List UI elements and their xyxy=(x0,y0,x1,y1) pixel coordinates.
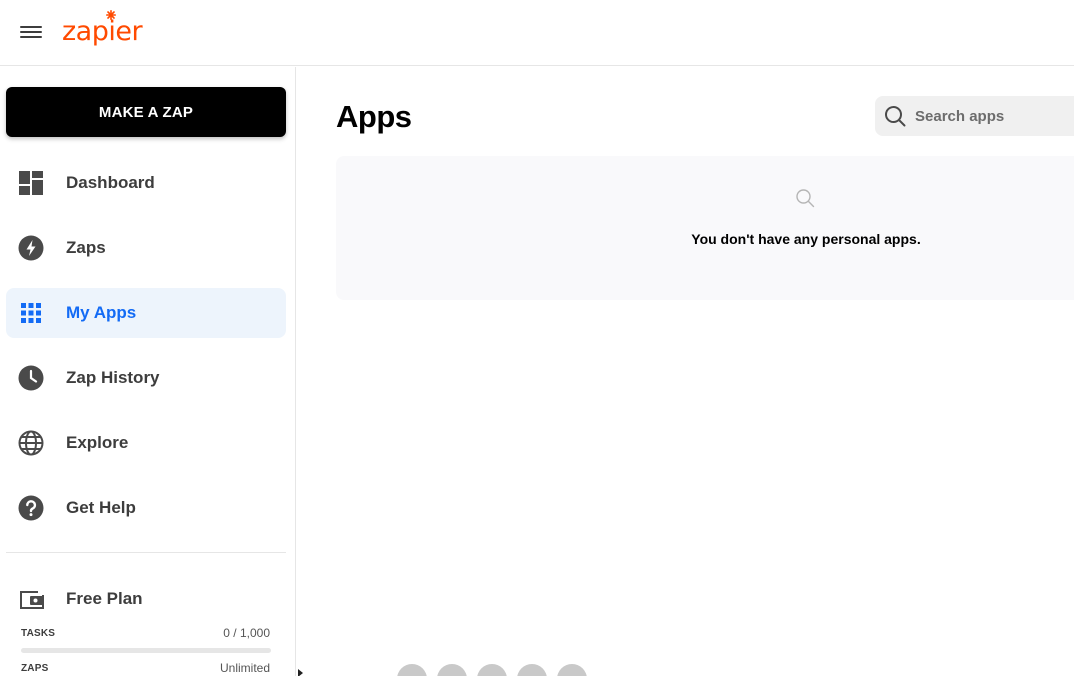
plan-summary[interactable]: Free Plan xyxy=(6,574,286,624)
tasks-value: 0 / 1,000 xyxy=(223,626,270,640)
search-box[interactable] xyxy=(875,96,1074,136)
sidebar-item-label: Zap History xyxy=(66,368,160,387)
empty-state-message: You don't have any personal apps. xyxy=(691,231,921,247)
bolt-icon xyxy=(18,235,44,261)
tasks-label: TASKS xyxy=(21,628,56,639)
rss-icon[interactable] xyxy=(557,664,587,676)
sidebar-item-label: Explore xyxy=(66,433,129,452)
top-bar: zapier xyxy=(0,0,1074,66)
apps-grid-icon xyxy=(18,300,44,326)
make-a-zap-button[interactable]: MAKE A ZAP xyxy=(6,87,286,137)
page-title: Apps xyxy=(336,99,412,134)
sidebar-item-label: Get Help xyxy=(66,498,136,517)
sidebar-item-label: Zaps xyxy=(66,238,106,257)
facebook-icon[interactable] xyxy=(397,664,427,676)
sidebar-item-label: My Apps xyxy=(66,303,137,322)
zaps-value: Unlimited xyxy=(219,661,270,675)
zaps-label: ZAPS xyxy=(21,663,49,674)
wallet-icon xyxy=(18,586,44,612)
empty-state-card: You don't have any personal apps. xyxy=(336,156,1074,300)
zapier-logo[interactable]: zapier xyxy=(62,10,143,52)
footer xyxy=(296,660,1074,676)
search-icon xyxy=(885,106,906,127)
sidebar-item-dashboard[interactable]: Dashboard xyxy=(6,158,286,208)
clock-icon xyxy=(18,365,44,391)
search-input[interactable] xyxy=(915,107,1065,125)
sidebar-item-my-apps[interactable]: My Apps xyxy=(6,288,286,338)
sidebar: MAKE A ZAP Dashboard Zaps My Apps Zap Hi… xyxy=(0,67,296,676)
youtube-icon[interactable] xyxy=(517,664,547,676)
logo-text: zapier xyxy=(62,16,143,47)
sidebar-item-zap-history[interactable]: Zap History xyxy=(6,353,286,403)
plan-label: Free Plan xyxy=(66,589,143,608)
twitter-icon[interactable] xyxy=(477,664,507,676)
globe-icon xyxy=(18,430,44,456)
help-icon xyxy=(18,495,44,521)
sidebar-item-zaps[interactable]: Zaps xyxy=(6,223,286,273)
sidebar-divider xyxy=(6,552,286,553)
logo-asterisk-icon xyxy=(106,10,116,20)
hamburger-menu-icon[interactable] xyxy=(20,23,42,41)
dashboard-icon xyxy=(18,170,44,196)
main-content: Apps You don't have any personal apps. xyxy=(296,67,1074,676)
linkedin-icon[interactable] xyxy=(437,664,467,676)
sidebar-item-get-help[interactable]: Get Help xyxy=(6,483,286,533)
tasks-progress-bar xyxy=(21,648,271,653)
sidebar-item-explore[interactable]: Explore xyxy=(6,418,286,468)
caret-right-icon xyxy=(298,669,303,676)
search-icon xyxy=(796,189,815,208)
sidebar-item-label: Dashboard xyxy=(66,173,155,192)
